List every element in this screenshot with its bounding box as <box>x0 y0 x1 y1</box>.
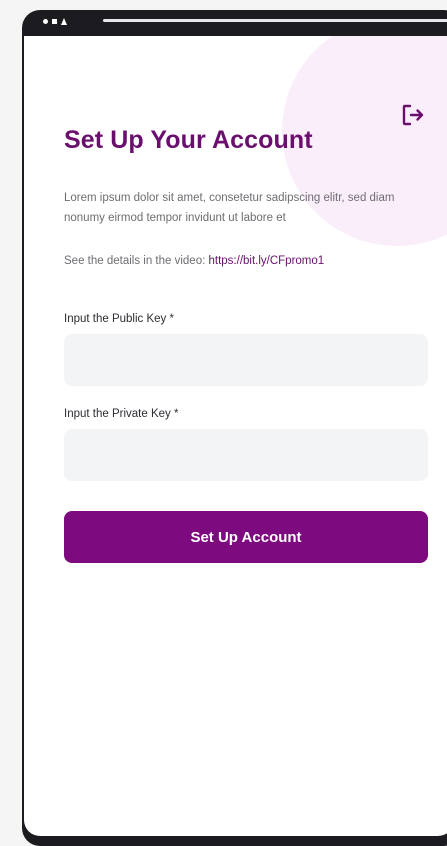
video-details-prefix: See the details in the video: <box>64 255 209 267</box>
status-line <box>103 19 447 22</box>
private-key-label: Input the Private Key * <box>64 408 179 420</box>
status-icons <box>43 16 67 26</box>
video-details-line: See the details in the video: https://bi… <box>64 255 324 267</box>
logout-icon <box>402 104 424 126</box>
intro-description: Lorem ipsum dolor sit amet, consetetur s… <box>64 192 395 224</box>
signal-triangle-icon <box>61 17 67 25</box>
video-link[interactable]: https://bit.ly/CFpromo1 <box>209 255 325 267</box>
signal-dot-icon <box>43 18 48 24</box>
device-frame: Set Up Your Account Lorem ipsum dolor si… <box>22 10 447 846</box>
status-bar <box>22 10 447 38</box>
public-key-label: Input the Public Key * <box>64 313 174 325</box>
page-title: Set Up Your Account <box>64 126 313 154</box>
setup-account-button[interactable]: Set Up Account <box>64 511 428 563</box>
signal-square-icon <box>52 18 57 24</box>
public-key-input[interactable] <box>64 334 428 386</box>
logout-button[interactable] <box>400 102 426 128</box>
app-screen: Set Up Your Account Lorem ipsum dolor si… <box>24 36 447 836</box>
private-key-input[interactable] <box>64 429 428 481</box>
